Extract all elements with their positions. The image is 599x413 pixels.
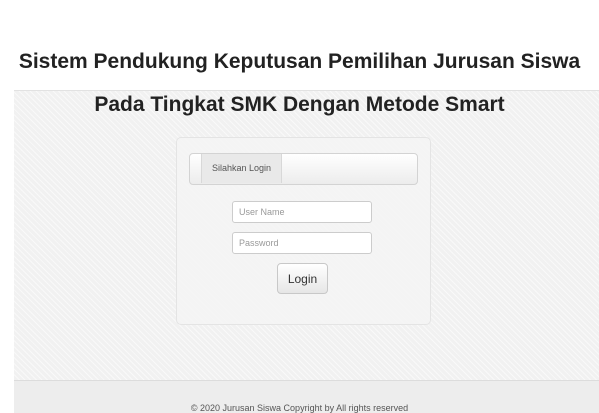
page-title-line-1: Sistem Pendukung Keputusan Pemilihan Jur… bbox=[18, 50, 581, 73]
page: Sistem Pendukung Keputusan Pemilihan Jur… bbox=[0, 0, 599, 413]
page-title-line-2: Pada Tingkat SMK Dengan Metode Smart bbox=[94, 93, 505, 116]
username-input[interactable] bbox=[232, 201, 372, 223]
header-band bbox=[14, 0, 599, 90]
login-button[interactable]: Login bbox=[277, 263, 328, 294]
tab-login[interactable]: Silahkan Login bbox=[201, 154, 282, 183]
password-input[interactable] bbox=[232, 232, 372, 254]
